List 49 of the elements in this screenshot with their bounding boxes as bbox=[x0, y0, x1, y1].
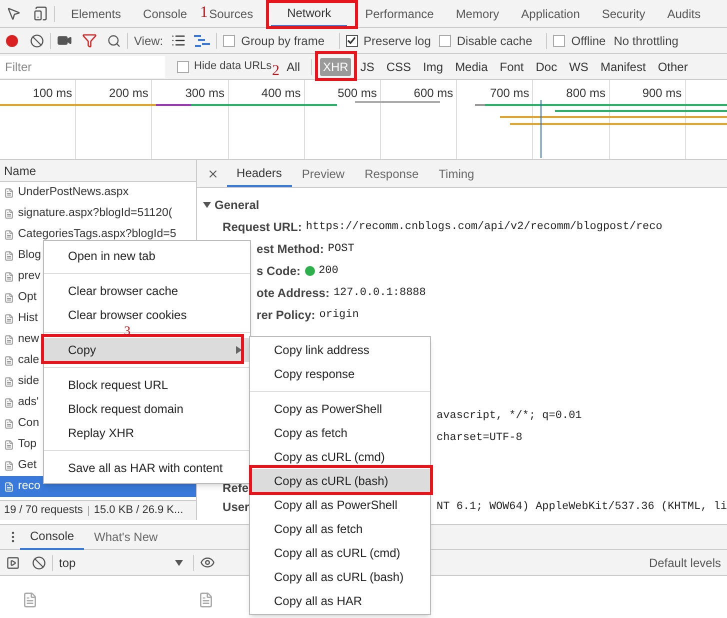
time-tick: 600 ms bbox=[414, 86, 454, 100]
header-value: 200 bbox=[318, 264, 338, 279]
request-name: Hist bbox=[18, 310, 38, 326]
header-label: ote Address: bbox=[256, 285, 330, 302]
option-label: Disable cache bbox=[456, 32, 532, 50]
request-name: Blog bbox=[18, 248, 42, 263]
option-label: Group by frame bbox=[241, 32, 325, 50]
header-value: origin bbox=[319, 308, 359, 323]
request-name: Get bbox=[18, 458, 37, 473]
time-tick: 400 ms bbox=[261, 86, 301, 100]
header-label: Request URL: bbox=[222, 219, 302, 236]
request-count: 19 / 70 requests bbox=[4, 503, 83, 518]
time-tick: 900 ms bbox=[642, 86, 682, 100]
request-name: prev bbox=[18, 268, 40, 284]
option-label: Preserve log bbox=[364, 32, 431, 50]
request-name: ads' bbox=[18, 394, 39, 410]
header-label: Refe bbox=[222, 480, 249, 497]
request-name: UnderPostNews.aspx bbox=[18, 184, 129, 200]
request-name: Con bbox=[18, 416, 40, 431]
time-tick: 300 ms bbox=[185, 86, 225, 100]
request-name: Opt bbox=[18, 290, 37, 305]
request-name: Top bbox=[18, 436, 37, 452]
header-value: 127.0.0.1:8888 bbox=[333, 286, 426, 301]
time-tick: 200 ms bbox=[109, 86, 148, 100]
request-name: side bbox=[18, 374, 40, 389]
step-number: 1 bbox=[200, 5, 208, 21]
time-tick: 800 ms bbox=[566, 86, 606, 100]
header-label: s Code: bbox=[256, 263, 301, 280]
header-value: avascript, */*; q=0.01 bbox=[436, 408, 582, 424]
step-number: 2 bbox=[272, 64, 280, 79]
time-tick: 100 ms bbox=[32, 86, 72, 100]
header-label: rer Policy: bbox=[256, 307, 316, 324]
header-label: est Method: bbox=[256, 241, 324, 258]
header-value: POST bbox=[328, 242, 354, 257]
option-label: Offline bbox=[571, 32, 606, 50]
view-label: View: bbox=[134, 32, 164, 50]
request-name: new bbox=[18, 332, 40, 347]
header-value: https://recomm.cnblogs.com/api/v2/recomm/blogpost/reco bbox=[306, 220, 662, 235]
request-name: CategoriesTags.aspx?blogId=5 bbox=[18, 226, 176, 242]
header-label: User bbox=[222, 500, 250, 514]
time-tick: 500 ms bbox=[338, 86, 377, 100]
transfer-size: 15.0 KB / 26.9 K... bbox=[94, 503, 184, 518]
header-value: NT 6.1; WOW64) AppleWebKit/537.36 (KHTML, li bbox=[436, 500, 727, 515]
option-label: Hide data URLs bbox=[194, 59, 272, 74]
request-name: signature.aspx?blogId=51120( bbox=[18, 206, 172, 221]
request-name: cale bbox=[18, 352, 40, 368]
time-tick: 700 ms bbox=[490, 86, 530, 100]
header-value: charset=UTF-8 bbox=[436, 430, 522, 446]
request-name: reco bbox=[18, 478, 40, 494]
